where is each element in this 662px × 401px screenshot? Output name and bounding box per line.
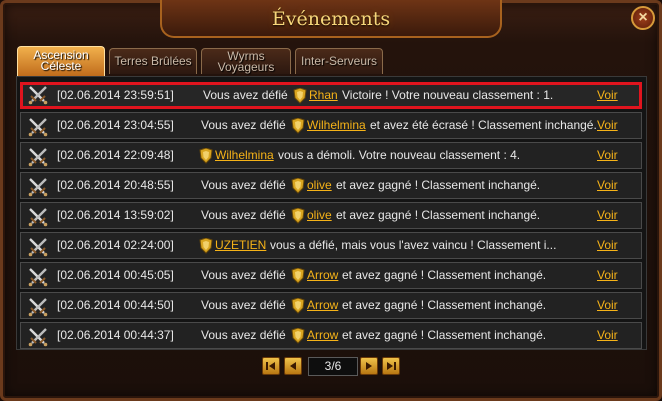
events-list: [02.06.2014 23:59:51] Vous avez défié Rhan… [16, 76, 647, 350]
tab-inter-serveurs[interactable]: Inter-Serveurs [295, 48, 383, 74]
close-icon: × [638, 9, 648, 26]
event-row: [02.06.2014 00:45:05] Vous avez défié Arro… [20, 262, 642, 289]
shield-icon [291, 177, 305, 194]
event-prefix: Vous avez défié [201, 268, 286, 282]
event-suffix: vous a démoli. Votre nouveau classement … [278, 148, 521, 162]
event-prefix: Vous avez défié [201, 298, 286, 312]
event-date: [02.06.2014 00:44:50] [57, 298, 174, 312]
crossed-swords-icon [27, 84, 49, 106]
event-prefix: Vous avez défié [201, 208, 286, 222]
player-name-link[interactable]: olive [307, 173, 332, 198]
event-prefix: Vous avez défié [201, 178, 286, 192]
prev-page-icon [290, 362, 296, 370]
player-name-link[interactable]: Rhan [309, 83, 338, 108]
window-title: Événements [271, 8, 391, 30]
shield-icon [293, 87, 307, 104]
player-name-link[interactable]: Arrow [307, 293, 338, 318]
event-row: [02.06.2014 23:59:51] Vous avez défié Rhan… [20, 82, 642, 109]
shield-icon [291, 297, 305, 314]
event-suffix: et avez été écrasé ! Classement inchangé… [370, 118, 597, 132]
crossed-swords-icon [27, 176, 49, 198]
shield-icon [291, 207, 305, 224]
voir-link[interactable]: Voir [597, 293, 618, 318]
first-page-icon [266, 362, 275, 370]
crossed-swords-icon [27, 266, 49, 288]
shield-icon [291, 117, 305, 134]
tab-ascension-celeste[interactable]: Ascension Céleste [17, 46, 105, 76]
event-date: [02.06.2014 00:44:37] [57, 328, 174, 342]
voir-link[interactable]: Voir [597, 323, 618, 348]
prev-page-button[interactable] [284, 357, 302, 375]
shield-icon [199, 237, 213, 254]
event-row: [02.06.2014 22:09:48] Wilhelmina vous a dé… [20, 142, 642, 169]
next-page-button[interactable] [360, 357, 378, 375]
shield-icon [291, 327, 305, 344]
voir-link[interactable]: Voir [597, 203, 618, 228]
voir-link[interactable]: Voir [597, 143, 618, 168]
player-name-link[interactable]: UZETIEN [215, 233, 266, 258]
voir-link[interactable]: Voir [597, 173, 618, 198]
event-prefix: Vous avez défié [201, 118, 286, 132]
crossed-swords-icon [27, 326, 49, 348]
voir-link[interactable]: Voir [597, 263, 618, 288]
event-prefix: Vous avez défié [203, 88, 288, 102]
player-name-link[interactable]: olive [307, 203, 332, 228]
player-name-link[interactable]: Arrow [307, 263, 338, 288]
event-date: [02.06.2014 23:59:51] [57, 88, 174, 102]
tab-label: Terres Brûlées [114, 54, 192, 68]
player-name-link[interactable]: Wilhelmina [215, 143, 274, 168]
crossed-swords-icon [27, 206, 49, 228]
player-name-link[interactable]: Wilhelmina [307, 113, 366, 138]
first-page-button[interactable] [262, 357, 280, 375]
event-suffix: et avez gagné ! Classement inchangé. [336, 178, 541, 192]
event-row: [02.06.2014 00:44:50] Vous avez défié Arro… [20, 292, 642, 319]
event-date: [02.06.2014 23:04:55] [57, 118, 174, 132]
event-row: [02.06.2014 20:48:55] Vous avez défié oliv… [20, 172, 642, 199]
event-row: [02.06.2014 13:59:02] Vous avez défié oliv… [20, 202, 642, 229]
close-button[interactable]: × [631, 6, 655, 30]
event-suffix: et avez gagné ! Classement inchangé. [336, 208, 541, 222]
event-suffix: vous a défié, mais vous l'avez vaincu ! … [270, 238, 557, 252]
tab-label: Céleste [40, 59, 82, 73]
voir-link[interactable]: Voir [597, 233, 618, 258]
tab-label: Voyageurs [217, 60, 275, 74]
event-date: [02.06.2014 22:09:48] [57, 148, 174, 162]
crossed-swords-icon [27, 296, 49, 318]
event-suffix: et avez gagné ! Classement inchangé. [342, 268, 547, 282]
event-suffix: et avez gagné ! Classement inchangé. [342, 328, 547, 342]
event-date: [02.06.2014 02:24:00] [57, 238, 174, 252]
event-row: [02.06.2014 00:44:37] Vous avez défié Arro… [20, 322, 642, 349]
event-date: [02.06.2014 00:45:05] [57, 268, 174, 282]
shield-icon [291, 267, 305, 284]
voir-link[interactable]: Voir [597, 113, 618, 138]
player-name-link[interactable]: Arrow [307, 323, 338, 348]
event-date: [02.06.2014 20:48:55] [57, 178, 174, 192]
event-suffix: Victoire ! Votre nouveau classement : 1. [342, 88, 554, 102]
next-page-icon [366, 362, 372, 370]
voir-link[interactable]: Voir [597, 83, 618, 108]
last-page-button[interactable] [382, 357, 400, 375]
event-date: [02.06.2014 13:59:02] [57, 208, 174, 222]
tab-terres-brulees[interactable]: Terres Brûlées [109, 48, 197, 74]
tab-wyrms-voyageurs[interactable]: Wyrms Voyageurs [201, 48, 291, 74]
event-prefix: Vous avez défié [201, 328, 286, 342]
page-indicator: 3/6 [308, 357, 358, 376]
event-suffix: et avez gagné ! Classement inchangé. [342, 298, 547, 312]
event-row: [02.06.2014 23:04:55] Vous avez défié Wilh… [20, 112, 642, 139]
crossed-swords-icon [27, 236, 49, 258]
crossed-swords-icon [27, 116, 49, 138]
last-page-icon [387, 362, 396, 370]
crossed-swords-icon [27, 146, 49, 168]
shield-icon [199, 147, 213, 164]
tab-label: Inter-Serveurs [300, 54, 378, 68]
event-row: [02.06.2014 02:24:00] UZETIEN vous a défié… [20, 232, 642, 259]
